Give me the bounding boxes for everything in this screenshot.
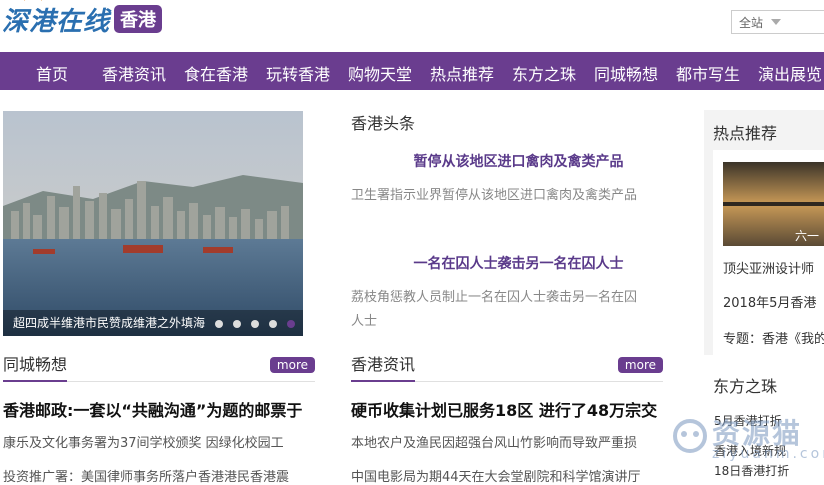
chevron-down-icon: [771, 19, 782, 25]
pearl-item[interactable]: 18日香港打折: [714, 462, 789, 479]
slider-dot[interactable]: [269, 320, 277, 328]
city-lead-link[interactable]: 香港邮政:一套以“共融沟通”为题的邮票于: [3, 397, 318, 421]
headline-summary-line: 人士: [351, 314, 378, 329]
hot-thumbnail[interactable]: 六一: [723, 162, 824, 246]
slider-dot-active[interactable]: [287, 320, 295, 328]
hot-line[interactable]: 专题：香港《我的: [723, 328, 824, 347]
city-title: 同城畅想: [3, 354, 68, 382]
news-item[interactable]: 中国电影局为期44天在大会堂剧院和科学馆演讲厅: [351, 466, 666, 485]
slider-dot[interactable]: [251, 320, 259, 328]
logo-decoration: [24, 0, 42, 6]
pearl-list: 5月香港打折 香港入境新规 18日香港打折: [704, 410, 824, 478]
headline-summary-line: 荔枝角惩教人员制止一名在囚人士袭击另一名在囚: [351, 290, 638, 305]
site-logo[interactable]: 深港在线 香港: [2, 0, 163, 37]
nav-item-pearl[interactable]: 东方之珠: [512, 61, 576, 85]
nav-item-city[interactable]: 同城畅想: [594, 61, 658, 85]
city-item[interactable]: 投资推广署：美国律师事务所落户香港港民香港震: [3, 466, 318, 485]
pearl-item[interactable]: 5月香港打折: [714, 412, 782, 429]
city-section-header: 同城畅想 more: [3, 354, 315, 382]
logo-text: 深港在线: [2, 6, 111, 37]
city-more-button[interactable]: more: [269, 357, 315, 373]
site-header: 深港在线 香港 全站: [0, 0, 824, 52]
main-nav: 首页 香港资讯 食在香港 玩转香港 购物天堂 热点推荐 东方之珠 同城畅想 都市…: [0, 52, 824, 90]
city-item[interactable]: 康乐及文化事务署为37间学校颁奖 因绿化校园工: [3, 432, 318, 451]
nav-item-play[interactable]: 玩转香港: [266, 61, 330, 85]
nav-item-hk-news[interactable]: 香港资讯: [102, 61, 166, 85]
nav-item-hot[interactable]: 热点推荐: [430, 61, 494, 85]
nav-item-shopping[interactable]: 购物天堂: [348, 61, 412, 85]
news-item[interactable]: 本地农户及渔民因超强台风山竹影响而导致严重损: [351, 432, 666, 451]
news-more-button[interactable]: more: [617, 357, 663, 373]
pearl-title: 东方之珠: [713, 377, 778, 396]
photo-slider[interactable]: 超四成半维港市民赞成维港之外填海: [3, 111, 303, 336]
pearl-item[interactable]: 香港入境新规: [714, 442, 786, 459]
slider-dots: [215, 320, 295, 328]
nav-item-sketch[interactable]: 都市写生: [676, 61, 740, 85]
hot-line[interactable]: 2018年5月香港: [723, 292, 824, 311]
search-scope-select[interactable]: 全站: [731, 10, 824, 34]
news-lead-link[interactable]: 硬币收集计划已服务18区 进行了48万宗交: [351, 397, 681, 421]
logo-badge: 香港: [114, 5, 163, 33]
slider-dot[interactable]: [233, 320, 241, 328]
slider-dot[interactable]: [215, 320, 223, 328]
hot-line[interactable]: 顶尖亚洲设计师: [723, 258, 824, 277]
hot-title: 热点推荐: [713, 124, 778, 143]
headline-summary: 卫生署指示业界暂停从该地区进口禽肉及禽类产品: [351, 188, 638, 203]
nav-item-shows[interactable]: 演出展览: [758, 61, 822, 85]
harbour-photo: [3, 111, 303, 336]
news-title: 香港资讯: [351, 354, 416, 382]
thumb-caption: 六一: [795, 229, 820, 243]
search-scope-label: 全站: [739, 15, 764, 30]
nav-item-food[interactable]: 食在香港: [184, 61, 248, 85]
nav-item-home[interactable]: 首页: [36, 61, 68, 85]
headline-link[interactable]: 暂停从该地区进口禽肉及禽类产品: [351, 151, 686, 171]
headlines-title: 香港头条: [351, 114, 416, 133]
headline-link[interactable]: 一名在囚人士袭击另一名在囚人士: [351, 253, 686, 273]
news-section-header: 香港资讯 more: [351, 354, 663, 382]
